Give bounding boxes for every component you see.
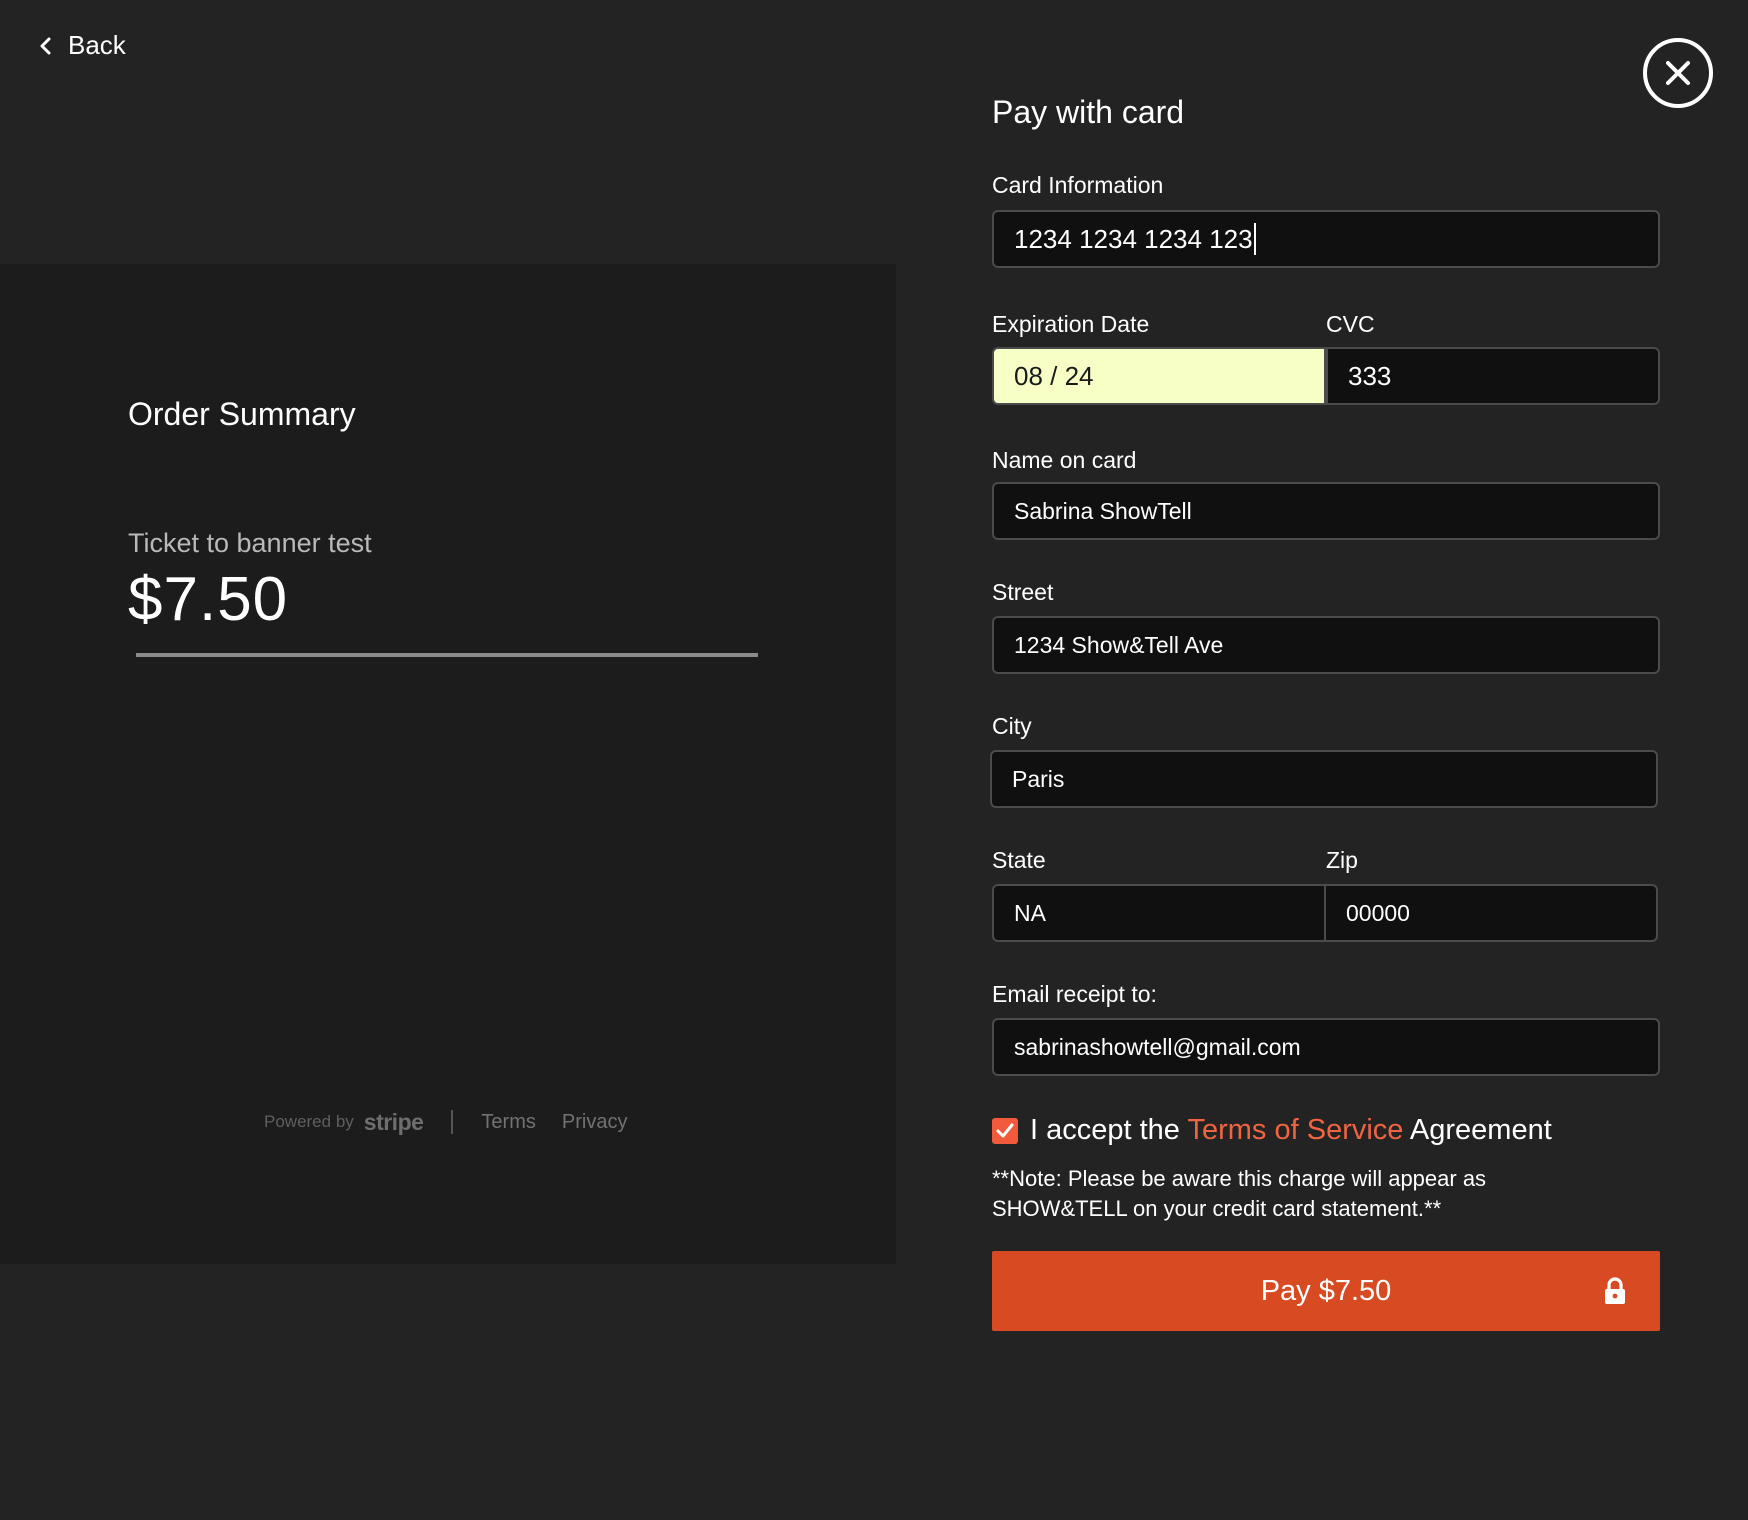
cvc-input[interactable]: 333	[1326, 347, 1660, 405]
name-label: Name on card	[992, 447, 1137, 473]
name-on-card-input[interactable]: Sabrina ShowTell	[992, 482, 1660, 540]
pay-button-label: Pay $7.50	[1260, 1274, 1392, 1307]
close-icon	[1666, 61, 1690, 85]
powered-by-label: Powered by	[264, 1112, 354, 1131]
item-price: $7.50	[128, 565, 289, 634]
state-value: NA	[1014, 899, 1046, 926]
email-input[interactable]: sabrinashowtell@gmail.com	[992, 1018, 1660, 1076]
expiration-value: 08 / 24	[1014, 360, 1094, 391]
street-value: 1234 Show&Tell Ave	[1014, 631, 1224, 658]
city-label: City	[992, 713, 1032, 739]
expiration-label: Expiration Date	[992, 311, 1150, 337]
back-button[interactable]: Back	[36, 30, 126, 61]
terms-of-service-link[interactable]: Terms of Service	[1187, 1114, 1403, 1146]
street-label: Street	[992, 579, 1054, 605]
terms-row: I accept the Terms of Service Agreement	[992, 1114, 1552, 1147]
card-number-input[interactable]: 1234 1234 1234 123	[992, 210, 1660, 268]
order-summary-title: Order Summary	[128, 396, 356, 432]
state-input[interactable]: NA	[992, 884, 1326, 942]
city-value: Paris	[1012, 765, 1065, 792]
chevron-left-icon	[40, 37, 51, 54]
form-title: Pay with card	[992, 94, 1185, 130]
checkout-page: Back Order Summary Ticket to banner test…	[0, 0, 1748, 1520]
zip-input[interactable]: 00000	[1324, 884, 1658, 942]
email-value: sabrinashowtell@gmail.com	[1014, 1033, 1301, 1060]
state-label: State	[992, 847, 1046, 873]
item-name: Ticket to banner test	[128, 528, 372, 558]
city-input[interactable]: Paris	[990, 750, 1658, 808]
name-value: Sabrina ShowTell	[1014, 497, 1192, 524]
billing-note: **Note: Please be aware this charge will…	[992, 1166, 1487, 1221]
terms-prefix: I accept the	[1030, 1114, 1180, 1146]
stripe-logo[interactable]: stripe	[364, 1109, 424, 1136]
footer-divider	[451, 1110, 454, 1134]
zip-value: 00000	[1346, 899, 1410, 926]
checkmark-icon	[996, 1123, 1014, 1137]
privacy-link[interactable]: Privacy	[562, 1111, 628, 1134]
payment-footer: Powered by stripe Terms Privacy	[264, 1102, 627, 1142]
lock-icon	[1604, 1277, 1626, 1305]
cvc-label: CVC	[1326, 311, 1375, 337]
street-input[interactable]: 1234 Show&Tell Ave	[992, 616, 1660, 674]
card-info-label: Card Information	[992, 172, 1164, 198]
email-label: Email receipt to:	[992, 981, 1157, 1007]
order-summary-panel: Order Summary Ticket to banner test $7.5…	[0, 264, 896, 1264]
text-caret	[1253, 223, 1256, 255]
terms-checkbox[interactable]	[992, 1117, 1018, 1144]
terms-suffix: Agreement	[1409, 1114, 1552, 1146]
back-label: Back	[68, 30, 126, 60]
expiration-input[interactable]: 08 / 24	[992, 347, 1326, 405]
zip-label: Zip	[1326, 847, 1358, 873]
summary-divider	[136, 653, 758, 657]
terms-link[interactable]: Terms	[481, 1111, 535, 1134]
cvc-value: 333	[1348, 360, 1392, 391]
pay-button[interactable]: Pay $7.50	[992, 1251, 1660, 1331]
card-number-value: 1234 1234 1234 123	[1014, 223, 1253, 254]
terms-text: I accept the Terms of Service Agreement	[1030, 1114, 1552, 1147]
close-button[interactable]	[1643, 38, 1713, 108]
